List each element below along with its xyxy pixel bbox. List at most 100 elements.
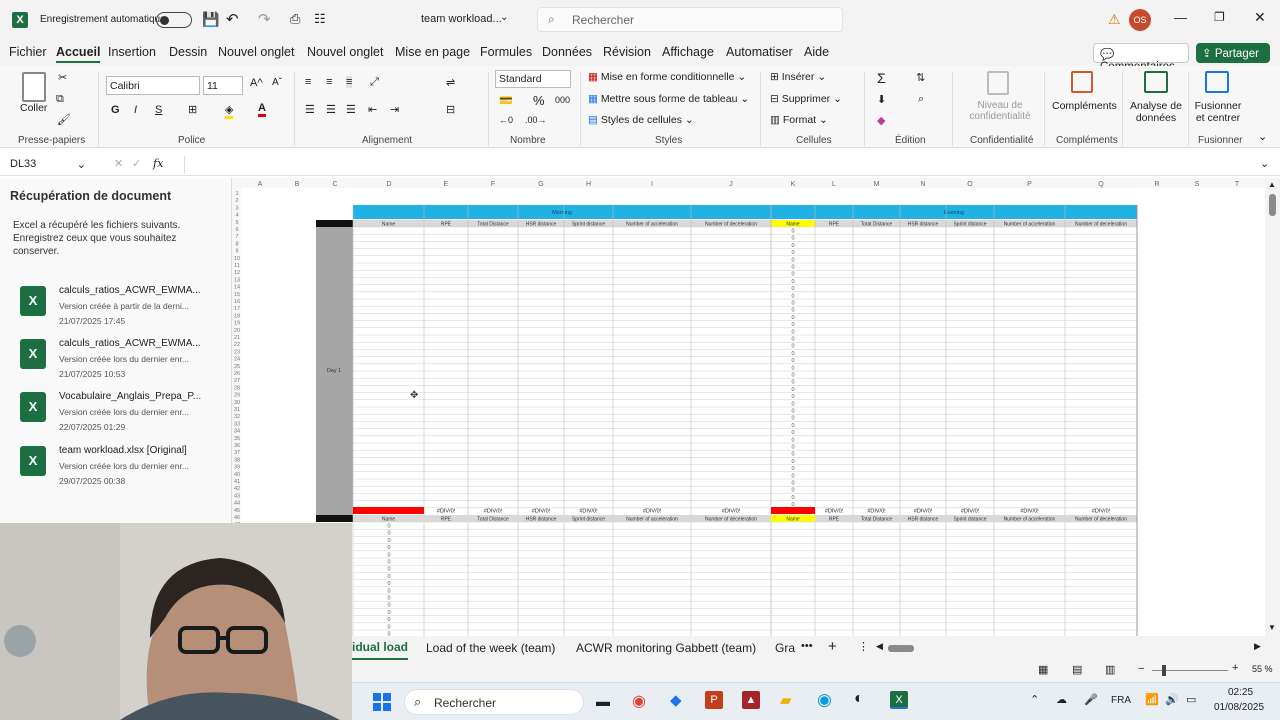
fill-down-icon[interactable]: ⬇ — [877, 93, 886, 106]
start-icon[interactable] — [373, 693, 391, 711]
edge-icon[interactable]: ◉ — [817, 690, 832, 710]
paste-button[interactable]: Coller — [20, 102, 47, 114]
close-icon[interactable]: ✕ — [1254, 9, 1266, 26]
battery-icon[interactable]: ▭ — [1186, 693, 1196, 706]
number-format-select[interactable]: Standard — [495, 70, 571, 88]
wifi-icon[interactable]: 📶 — [1145, 693, 1159, 706]
format-as-table-button[interactable]: ▦ Mettre sous forme de tableau ⌄ — [588, 93, 749, 105]
fill-color-icon[interactable]: ◈ — [225, 103, 234, 119]
tab-automatiser[interactable]: Automatiser — [726, 45, 793, 59]
borders-icon[interactable]: ⊞ — [188, 103, 197, 116]
scroll-up-icon[interactable]: ▲ — [1268, 180, 1276, 189]
page-break-icon[interactable]: ▥ — [1105, 663, 1115, 676]
zoom-out-icon[interactable]: − — [1138, 663, 1144, 675]
font-size-select[interactable]: 11 — [203, 76, 243, 95]
sheet-tab[interactable]: ACWR monitoring Gabbett (team) — [576, 641, 756, 655]
page-layout-icon[interactable]: ▤ — [1072, 663, 1082, 676]
clock-date[interactable]: 01/08/2025 — [1214, 702, 1264, 713]
horizontal-scroll-thumb[interactable] — [888, 645, 914, 652]
sort-filter-icon[interactable]: ⇅ — [916, 71, 925, 84]
align-right-icon[interactable]: ☰ — [346, 103, 356, 116]
conditional-formatting-button[interactable]: ▦ Mise en forme conditionnelle ⌄ — [588, 71, 746, 83]
thousands-icon[interactable]: 000 — [555, 95, 570, 105]
recovery-file-item[interactable]: X team workload.xlsx [Original] Version … — [14, 444, 224, 494]
share-button[interactable]: ⇪ Partager — [1196, 43, 1270, 63]
font-color-icon[interactable]: A — [258, 102, 266, 117]
paste-icon[interactable] — [22, 72, 46, 102]
warning-icon[interactable]: ⚠ — [1108, 11, 1121, 28]
wrap-text-icon[interactable]: ⇌ — [446, 76, 455, 89]
find-icon[interactable]: ⌕ — [918, 93, 924, 106]
analyze-data-button[interactable]: Analyse de données — [1130, 100, 1182, 124]
tab-mise-en-page[interactable]: Mise en page — [395, 45, 470, 59]
vertical-scroll-thumb[interactable] — [1269, 194, 1276, 216]
increase-indent-icon[interactable]: ⇥ — [390, 103, 399, 116]
format-painter-icon[interactable]: 🖌 — [57, 113, 71, 126]
tab-nouvel-onglet-1[interactable]: Nouvel onglet — [218, 45, 294, 59]
file-explorer-icon[interactable]: ▰ — [780, 691, 792, 709]
underline-icon[interactable]: S — [155, 104, 162, 116]
formula-input[interactable] — [184, 156, 1254, 174]
align-top-icon[interactable]: ≡ — [305, 76, 311, 88]
enter-icon[interactable]: ✓ — [132, 157, 141, 170]
language-indicator[interactable]: FRA — [1111, 695, 1131, 706]
sheet-tab[interactable]: Gra — [775, 641, 795, 655]
chevron-down-icon[interactable]: ⌄ — [500, 12, 508, 23]
delete-cells-button[interactable]: ⊟ Supprimer ⌄ — [770, 93, 842, 105]
bold-icon[interactable]: G — [111, 104, 120, 116]
volume-icon[interactable]: 🔊 — [1165, 693, 1179, 706]
search-box[interactable]: ⌕ Rechercher — [537, 7, 843, 32]
name-box[interactable]: DL33 ⌄ — [4, 156, 90, 174]
autosum-icon[interactable]: Σ — [877, 70, 886, 86]
copy-icon[interactable]: ⧉ — [56, 93, 64, 106]
decrease-indent-icon[interactable]: ⇤ — [368, 103, 377, 116]
align-middle-icon[interactable]: ≡ — [326, 76, 332, 88]
save-icon[interactable]: 💾 — [202, 11, 219, 28]
filename-dropdown[interactable]: team workload... — [421, 13, 502, 25]
scroll-down-icon[interactable]: ▼ — [1268, 623, 1276, 632]
powerpoint-icon[interactable]: P — [705, 691, 723, 709]
grid-canvas[interactable]: A B C D E F G H I J K L M N O P Q R S T12345678910111213141… — [232, 178, 1265, 636]
italic-icon[interactable]: I — [134, 104, 137, 116]
recovery-file-item[interactable]: X calculs_ratios_ACWR_EWMA... Version cr… — [14, 337, 224, 387]
percent-icon[interactable]: % — [533, 93, 545, 108]
cut-icon[interactable]: ✂ — [58, 71, 67, 84]
add-sheet-icon[interactable]: + — [828, 638, 837, 655]
insert-cells-button[interactable]: ⊞ Insérer ⌄ — [770, 71, 826, 83]
currency-icon[interactable]: 💳 — [499, 94, 513, 107]
zoom-level[interactable]: 55 % — [1252, 664, 1273, 674]
scroll-left-icon[interactable]: ◀ — [876, 641, 883, 652]
normal-view-icon[interactable]: ▦ — [1038, 663, 1048, 676]
scroll-right-icon[interactable]: ▶ — [1254, 641, 1261, 652]
chrome-icon[interactable]: ◉ — [632, 691, 646, 711]
shrink-font-icon[interactable]: Aˇ — [272, 77, 282, 88]
clock-time[interactable]: 02:25 — [1228, 687, 1253, 698]
tab-aide[interactable]: Aide — [804, 45, 829, 59]
task-view-icon[interactable]: ▬ — [596, 693, 610, 709]
form-icon[interactable]: ☷ — [314, 11, 326, 27]
sensitivity-button[interactable]: Niveau de confidentialité — [962, 100, 1038, 122]
addins-button[interactable]: Compléments — [1052, 100, 1117, 112]
tab-accueil[interactable]: Accueil — [56, 45, 101, 63]
tab-nouvel-onglet-2[interactable]: Nouvel onglet — [307, 45, 383, 59]
app-icon[interactable]: ▲ — [742, 691, 760, 709]
align-bottom-icon[interactable]: ≡ — [346, 76, 353, 88]
onedrive-icon[interactable]: ☁ — [1056, 693, 1067, 706]
zoom-slider[interactable] — [1152, 665, 1228, 676]
cell-styles-button[interactable]: ▤ Styles de cellules ⌄ — [588, 114, 694, 126]
tab-formules[interactable]: Formules — [480, 45, 532, 59]
zoom-in-icon[interactable]: + — [1232, 662, 1238, 674]
app-icon[interactable]: ◐ — [854, 690, 864, 708]
redo-icon[interactable]: ↷ — [258, 10, 271, 28]
increase-decimal-icon[interactable]: ←0 — [499, 115, 513, 125]
merge-cells-icon[interactable]: ⊟ — [446, 103, 455, 116]
tab-donnees[interactable]: Données — [542, 45, 592, 59]
chevron-up-icon[interactable]: ⌃ — [1030, 693, 1039, 706]
cancel-icon[interactable]: ✕ — [114, 157, 123, 170]
sheet-tab-active[interactable]: idual load — [352, 636, 409, 660]
app-icon[interactable]: ◆ — [670, 691, 682, 709]
decrease-decimal-icon[interactable]: .00→ — [525, 115, 547, 125]
font-name-select[interactable]: Calibri — [106, 76, 200, 95]
recovery-file-item[interactable]: X Vocabulaire_Anglais_Prepa_P... Version… — [14, 390, 224, 440]
zoom-slider-thumb[interactable] — [1162, 665, 1166, 676]
